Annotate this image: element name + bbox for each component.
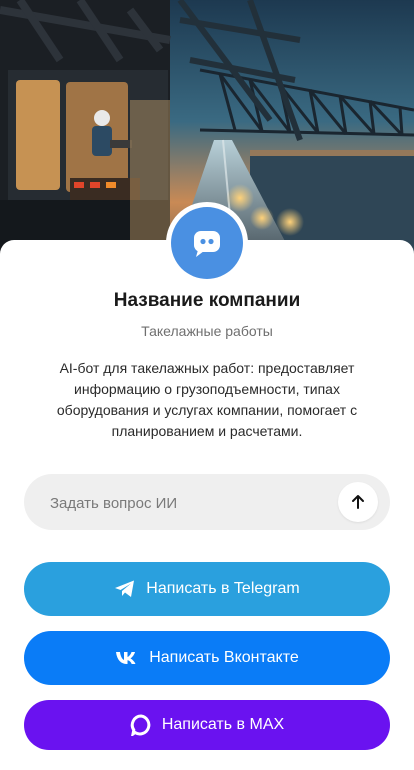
- telegram-button[interactable]: Написать в Telegram: [24, 562, 390, 616]
- ask-ai-input[interactable]: [48, 474, 342, 532]
- arrow-up-icon: [352, 495, 364, 509]
- max-button[interactable]: Написать в MAX: [24, 700, 390, 750]
- max-icon: [130, 714, 152, 736]
- vk-button-label: Написать Вконтакте: [149, 649, 299, 666]
- avatar: [166, 202, 248, 284]
- vk-icon: [115, 650, 139, 666]
- ask-ai-field: [24, 474, 390, 532]
- telegram-button-label: Написать в Telegram: [146, 580, 300, 597]
- company-description: AI-бот для такелажных работ: предоставля…: [56, 360, 358, 439]
- chat-bot-icon: [194, 231, 220, 257]
- company-name: Название компании: [113, 290, 301, 311]
- send-button[interactable]: [338, 482, 378, 522]
- company-subtitle: Такелажные работы: [141, 323, 273, 339]
- avatar-circle: [171, 207, 243, 279]
- telegram-icon: [114, 579, 136, 599]
- max-button-label: Написать в MAX: [161, 716, 285, 733]
- vk-button[interactable]: Написать Вконтакте: [24, 631, 390, 685]
